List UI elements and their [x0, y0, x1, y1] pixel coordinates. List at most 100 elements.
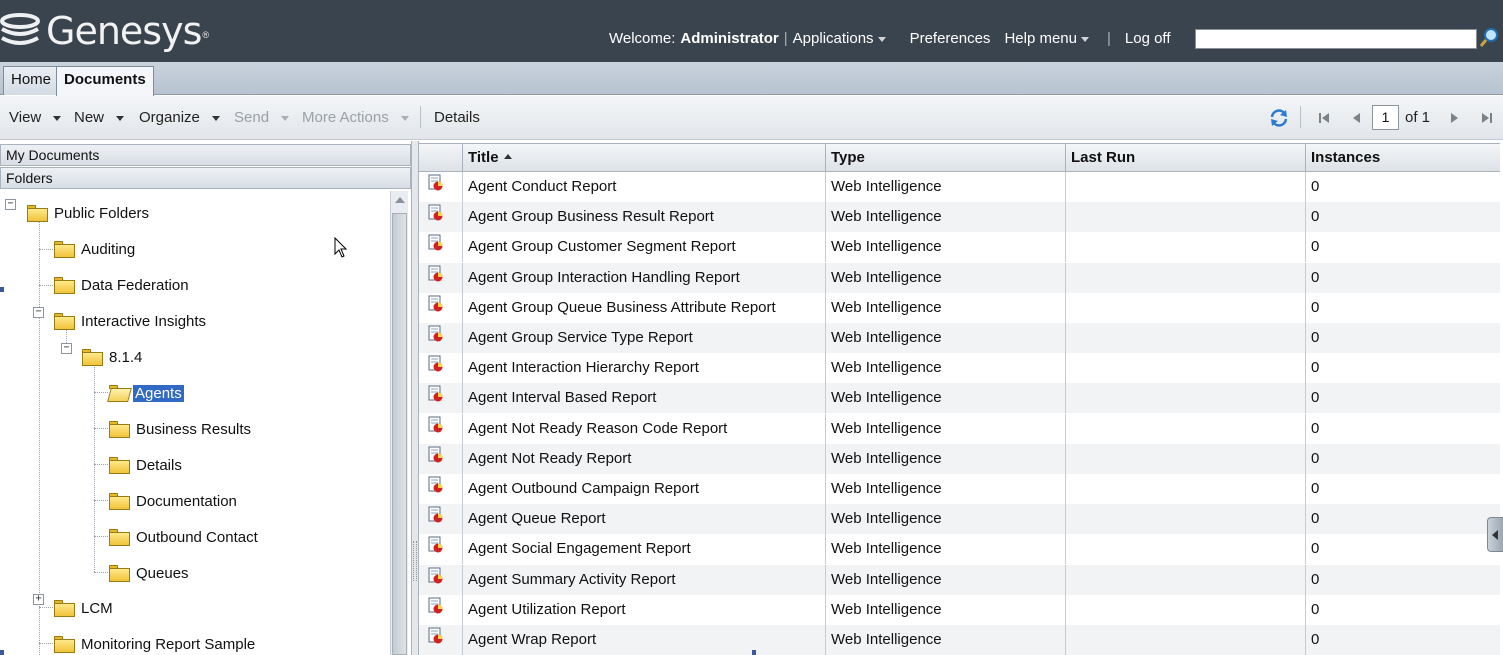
- page-number-input[interactable]: 1: [1372, 105, 1399, 130]
- last-page-icon[interactable]: [1479, 110, 1495, 126]
- row-icon-cell: [419, 594, 463, 625]
- table-row[interactable]: Agent Group Business Result Report Web In…: [419, 202, 1500, 233]
- collapse-panel-tab[interactable]: [1487, 517, 1503, 552]
- table-row[interactable]: Agent Group Interaction Handling Report W…: [419, 262, 1500, 293]
- row-title[interactable]: Agent Group Service Type Report: [463, 323, 826, 353]
- row-icon-cell: [419, 443, 463, 474]
- applications-menu[interactable]: Applications: [793, 30, 886, 47]
- column-header-title[interactable]: Title: [463, 144, 826, 172]
- tree-item-814[interactable]: 8.1.4: [82, 346, 142, 368]
- row-title[interactable]: Agent Social Engagement Report: [463, 534, 826, 565]
- tree-connector: [94, 536, 108, 537]
- column-header-type[interactable]: Type: [826, 144, 1066, 172]
- row-icon-cell: [419, 625, 463, 655]
- tree-item-data-federation[interactable]: Data Federation: [54, 274, 189, 296]
- chevron-down-icon: [53, 115, 62, 121]
- row-title[interactable]: Agent Group Interaction Handling Report: [463, 262, 826, 293]
- row-type: Web Intelligence: [826, 474, 1066, 504]
- row-title[interactable]: Agent Interaction Hierarchy Report: [463, 353, 826, 384]
- row-title[interactable]: Agent Utilization Report: [463, 594, 826, 625]
- tree-item-monitoring-report-sample[interactable]: Monitoring Report Sample: [54, 633, 255, 655]
- row-title[interactable]: Agent Not Ready Report: [463, 443, 826, 474]
- tree-item-queues[interactable]: Queues: [109, 562, 189, 584]
- log-off-link[interactable]: Log off: [1125, 30, 1171, 47]
- column-header-last-run[interactable]: Last Run: [1066, 144, 1306, 172]
- first-page-icon[interactable]: [1316, 110, 1332, 126]
- row-icon-cell: [419, 232, 463, 263]
- table-row[interactable]: Agent Utilization Report Web Intelligence…: [419, 594, 1500, 625]
- scrollbar-thumb[interactable]: [392, 213, 407, 655]
- row-last-run: [1066, 353, 1306, 384]
- tree-scrollbar[interactable]: [390, 191, 408, 655]
- search-input[interactable]: [1195, 29, 1477, 49]
- preferences-link[interactable]: Preferences: [910, 30, 991, 47]
- tree-item-agents[interactable]: Agents: [107, 382, 184, 404]
- collapse-public-folders[interactable]: −: [5, 199, 16, 210]
- row-last-run: [1066, 232, 1306, 263]
- tree-item-outbound-contact[interactable]: Outbound Contact: [109, 526, 258, 548]
- row-instances: 0: [1311, 570, 1320, 588]
- tree-item-auditing[interactable]: Auditing: [54, 238, 135, 260]
- row-title[interactable]: Agent Group Queue Business Attribute Rep…: [463, 292, 826, 323]
- table-row[interactable]: Agent Outbound Campaign Report Web Intell…: [419, 474, 1500, 504]
- row-type: Web Intelligence: [826, 594, 1066, 625]
- expand-lcm[interactable]: +: [33, 594, 44, 605]
- tab-strip: Home Documents: [0, 62, 1503, 96]
- more-actions-menu[interactable]: More Actions: [302, 109, 409, 126]
- tab-documents[interactable]: Documents: [56, 66, 154, 96]
- tree-item-details[interactable]: Details: [109, 454, 182, 476]
- row-title[interactable]: Agent Summary Activity Report: [463, 564, 826, 595]
- refresh-icon[interactable]: [1268, 107, 1290, 129]
- search-icon[interactable]: [1478, 26, 1500, 50]
- table-row[interactable]: Agent Not Ready Reason Code Report Web In…: [419, 413, 1500, 444]
- new-menu[interactable]: New: [74, 109, 125, 126]
- table-row[interactable]: Agent Conduct Report Web Intelligence 0: [419, 172, 1500, 202]
- row-title[interactable]: Agent Not Ready Reason Code Report: [463, 413, 826, 444]
- table-row[interactable]: Agent Social Engagement Report Web Intell…: [419, 534, 1500, 565]
- collapse-814[interactable]: −: [61, 343, 72, 354]
- scroll-up-icon[interactable]: [395, 197, 405, 203]
- table-row[interactable]: Agent Interaction Hierarchy Report Web In…: [419, 353, 1500, 384]
- table-header: Title Type Last Run Instances: [419, 143, 1500, 172]
- table-row[interactable]: Agent Summary Activity Report Web Intelli…: [419, 564, 1500, 595]
- column-header-instances[interactable]: Instances: [1306, 144, 1500, 172]
- chevron-left-icon: [1492, 530, 1498, 540]
- folders-header[interactable]: Folders: [0, 167, 411, 189]
- tree-item-business-results[interactable]: Business Results: [109, 418, 251, 440]
- details-button[interactable]: Details: [434, 109, 480, 126]
- send-menu[interactable]: Send: [234, 109, 290, 126]
- row-title[interactable]: Agent Wrap Report: [463, 625, 826, 655]
- organize-menu[interactable]: Organize: [139, 109, 220, 126]
- row-instances: 0: [1311, 540, 1320, 558]
- table-row[interactable]: Agent Interval Based Report Web Intellige…: [419, 383, 1500, 414]
- row-title[interactable]: Agent Queue Report: [463, 504, 826, 535]
- table-row[interactable]: Agent Group Customer Segment Report Web I…: [419, 232, 1500, 263]
- previous-page-icon[interactable]: [1348, 110, 1364, 126]
- table-row[interactable]: Agent Group Service Type Report Web Intel…: [419, 323, 1500, 353]
- tree-item-documentation[interactable]: Documentation: [109, 490, 237, 512]
- tree-item-public-folders[interactable]: Public Folders: [27, 202, 149, 224]
- view-menu[interactable]: View: [9, 109, 62, 126]
- web-intelligence-report-icon: [428, 596, 444, 614]
- table-row[interactable]: Agent Group Queue Business Attribute Rep…: [419, 292, 1500, 323]
- next-page-icon[interactable]: [1447, 110, 1463, 126]
- my-documents-header[interactable]: My Documents: [0, 144, 411, 166]
- row-instances: 0: [1311, 631, 1320, 648]
- row-title[interactable]: Agent Outbound Campaign Report: [463, 474, 826, 504]
- table-row[interactable]: Agent Wrap Report Web Intelligence 0: [419, 625, 1500, 655]
- row-title[interactable]: Agent Conduct Report: [463, 172, 826, 202]
- tree-item-interactive-insights[interactable]: Interactive Insights: [54, 310, 206, 332]
- row-last-run: [1066, 262, 1306, 293]
- tab-home[interactable]: Home: [3, 66, 60, 95]
- row-instances: 0: [1311, 449, 1320, 467]
- row-title[interactable]: Agent Group Customer Segment Report: [463, 232, 826, 263]
- table-row[interactable]: Agent Not Ready Report Web Intelligence 0: [419, 443, 1500, 474]
- help-menu[interactable]: Help menu: [1004, 30, 1089, 47]
- row-title[interactable]: Agent Interval Based Report: [463, 383, 826, 414]
- splitter-grip[interactable]: [413, 541, 417, 581]
- tree-item-lcm[interactable]: LCM: [54, 597, 113, 619]
- collapse-interactive-insights[interactable]: −: [33, 307, 44, 318]
- folder-icon: [109, 528, 130, 546]
- row-title[interactable]: Agent Group Business Result Report: [463, 202, 826, 233]
- table-row[interactable]: Agent Queue Report Web Intelligence 0: [419, 504, 1500, 535]
